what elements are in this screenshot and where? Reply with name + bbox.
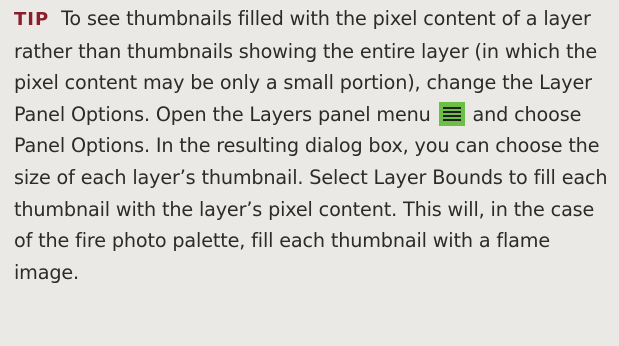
tip-box: TIP To see thumbnails filled with the pi…: [0, 0, 619, 346]
tip-label: TIP: [14, 9, 50, 30]
panel-menu-icon: [438, 101, 465, 126]
tip-text-after-icon: and choose Panel Options. In the resulti…: [14, 102, 608, 284]
